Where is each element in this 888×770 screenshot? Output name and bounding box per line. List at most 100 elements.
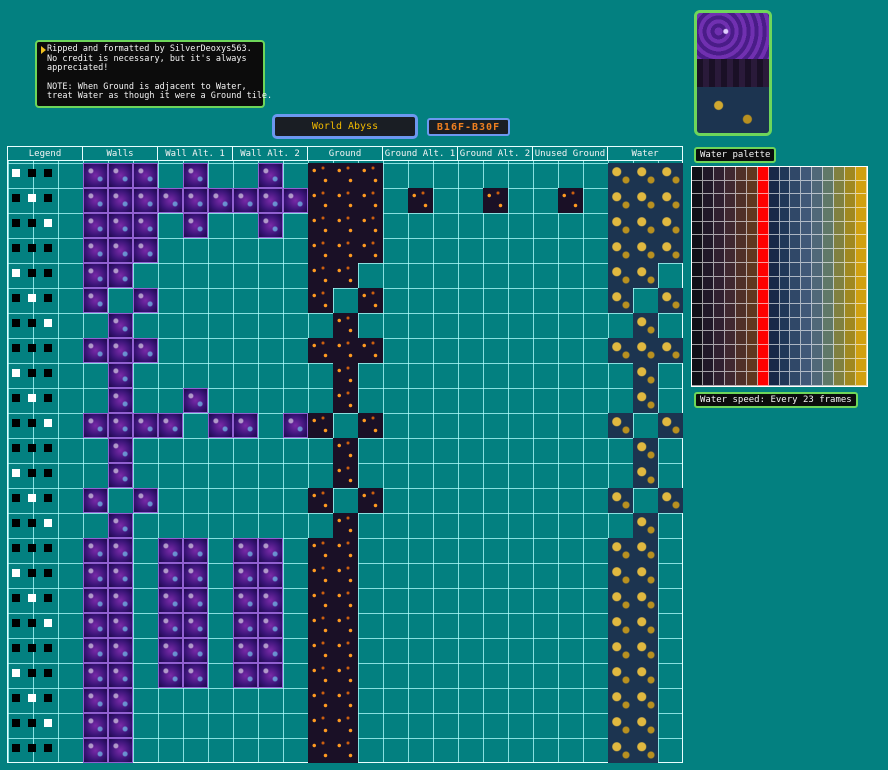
wall-tile bbox=[158, 563, 183, 588]
ground-tile bbox=[333, 338, 358, 363]
wall-tile bbox=[108, 388, 133, 413]
wall-tile bbox=[83, 188, 108, 213]
wall-tile bbox=[133, 163, 158, 188]
palette-swatch bbox=[856, 249, 867, 263]
legend-block bbox=[28, 419, 36, 427]
ground-tile bbox=[308, 338, 333, 363]
wall-tile bbox=[108, 738, 133, 763]
water-tile bbox=[608, 288, 633, 313]
palette-swatch bbox=[735, 221, 747, 236]
palette-swatch bbox=[768, 344, 780, 359]
palette-swatch bbox=[823, 317, 835, 332]
ground-tile bbox=[333, 238, 358, 263]
wall-tile bbox=[208, 188, 233, 213]
ground-tile bbox=[333, 663, 358, 688]
wall-tile bbox=[233, 188, 258, 213]
wall-tile bbox=[258, 663, 283, 688]
legend-block bbox=[44, 544, 52, 552]
palette-swatch bbox=[856, 276, 867, 291]
credits-line: appreciated! bbox=[47, 63, 109, 74]
water-tile bbox=[658, 163, 683, 188]
wall-tile bbox=[83, 238, 108, 263]
palette-swatch bbox=[702, 331, 714, 345]
palette-swatch bbox=[856, 290, 867, 304]
ground-tile bbox=[358, 163, 383, 188]
palette-swatch bbox=[746, 290, 758, 304]
wall-tile bbox=[83, 263, 108, 288]
palette-swatch bbox=[735, 303, 747, 318]
water-tile bbox=[658, 188, 683, 213]
palette-swatch bbox=[856, 358, 867, 373]
palette-swatch bbox=[779, 344, 791, 359]
legend-block bbox=[12, 494, 20, 502]
col-ground-alt-2: Ground Alt. 2 bbox=[458, 147, 533, 160]
ground-tile bbox=[308, 638, 333, 663]
palette-swatch bbox=[856, 344, 867, 359]
legend-block bbox=[28, 394, 36, 402]
wall-tile bbox=[133, 413, 158, 438]
palette-swatch bbox=[692, 208, 703, 222]
wall-tile bbox=[158, 663, 183, 688]
wall-tile bbox=[258, 538, 283, 563]
col-ground: Ground bbox=[308, 147, 383, 160]
palette-swatch bbox=[790, 180, 802, 195]
dungeon-name-box: World Abyss bbox=[272, 114, 418, 139]
palette-swatch bbox=[724, 221, 736, 236]
water-tile bbox=[633, 363, 658, 388]
palette-swatch bbox=[702, 235, 714, 250]
floor-range-badge: B16F-B30F bbox=[427, 118, 510, 136]
wall-tile bbox=[83, 413, 108, 438]
water-speed-label-text: Water speed: Every 23 frames bbox=[700, 395, 852, 405]
wall-tile bbox=[83, 688, 108, 713]
palette-swatch bbox=[724, 331, 736, 345]
water-tile bbox=[608, 688, 633, 713]
palette-swatch bbox=[823, 303, 835, 318]
palette-swatch bbox=[692, 344, 703, 359]
palette-swatch bbox=[812, 303, 824, 318]
legend-block bbox=[12, 569, 20, 577]
palette-swatch bbox=[856, 317, 867, 332]
legend-block bbox=[28, 619, 36, 627]
legend-block bbox=[44, 469, 52, 477]
palette-swatch bbox=[834, 290, 846, 304]
water-tile bbox=[608, 563, 633, 588]
legend-block bbox=[12, 644, 20, 652]
palette-swatch bbox=[801, 194, 813, 209]
palette-swatch bbox=[746, 317, 758, 332]
legend-block bbox=[12, 669, 20, 677]
water-tile bbox=[608, 213, 633, 238]
palette-swatch bbox=[790, 276, 802, 291]
water-tile bbox=[658, 488, 683, 513]
wall-tile bbox=[283, 413, 308, 438]
palette-swatch bbox=[779, 208, 791, 222]
palette-swatch bbox=[823, 276, 835, 291]
wall-tile bbox=[108, 513, 133, 538]
wall-tile bbox=[108, 188, 133, 213]
palette-swatch bbox=[834, 262, 846, 277]
legend-block bbox=[44, 744, 52, 752]
palette-swatch bbox=[812, 358, 824, 373]
ground-tile bbox=[308, 263, 333, 288]
palette-swatch bbox=[801, 262, 813, 277]
legend-block bbox=[44, 494, 52, 502]
wall-tile bbox=[133, 238, 158, 263]
wall-tile bbox=[108, 438, 133, 463]
palette-swatch bbox=[845, 262, 857, 277]
palette-swatch bbox=[724, 358, 736, 373]
palette-swatch bbox=[724, 235, 736, 250]
palette-swatch bbox=[856, 331, 867, 345]
palette-swatch bbox=[757, 167, 769, 181]
water-palette-label-text: Water palette bbox=[700, 150, 771, 160]
dungeon-name: World Abyss bbox=[311, 121, 379, 132]
wall-tile bbox=[233, 563, 258, 588]
palette-swatch bbox=[757, 208, 769, 222]
ground-tile bbox=[308, 738, 333, 763]
palette-swatch bbox=[801, 303, 813, 318]
water-tile bbox=[658, 238, 683, 263]
col-ground-alt-1: Ground Alt. 1 bbox=[383, 147, 458, 160]
water-tile bbox=[633, 688, 658, 713]
palette-swatch bbox=[801, 290, 813, 304]
palette-swatch bbox=[779, 180, 791, 195]
water-tile bbox=[608, 263, 633, 288]
palette-swatch bbox=[757, 317, 769, 332]
